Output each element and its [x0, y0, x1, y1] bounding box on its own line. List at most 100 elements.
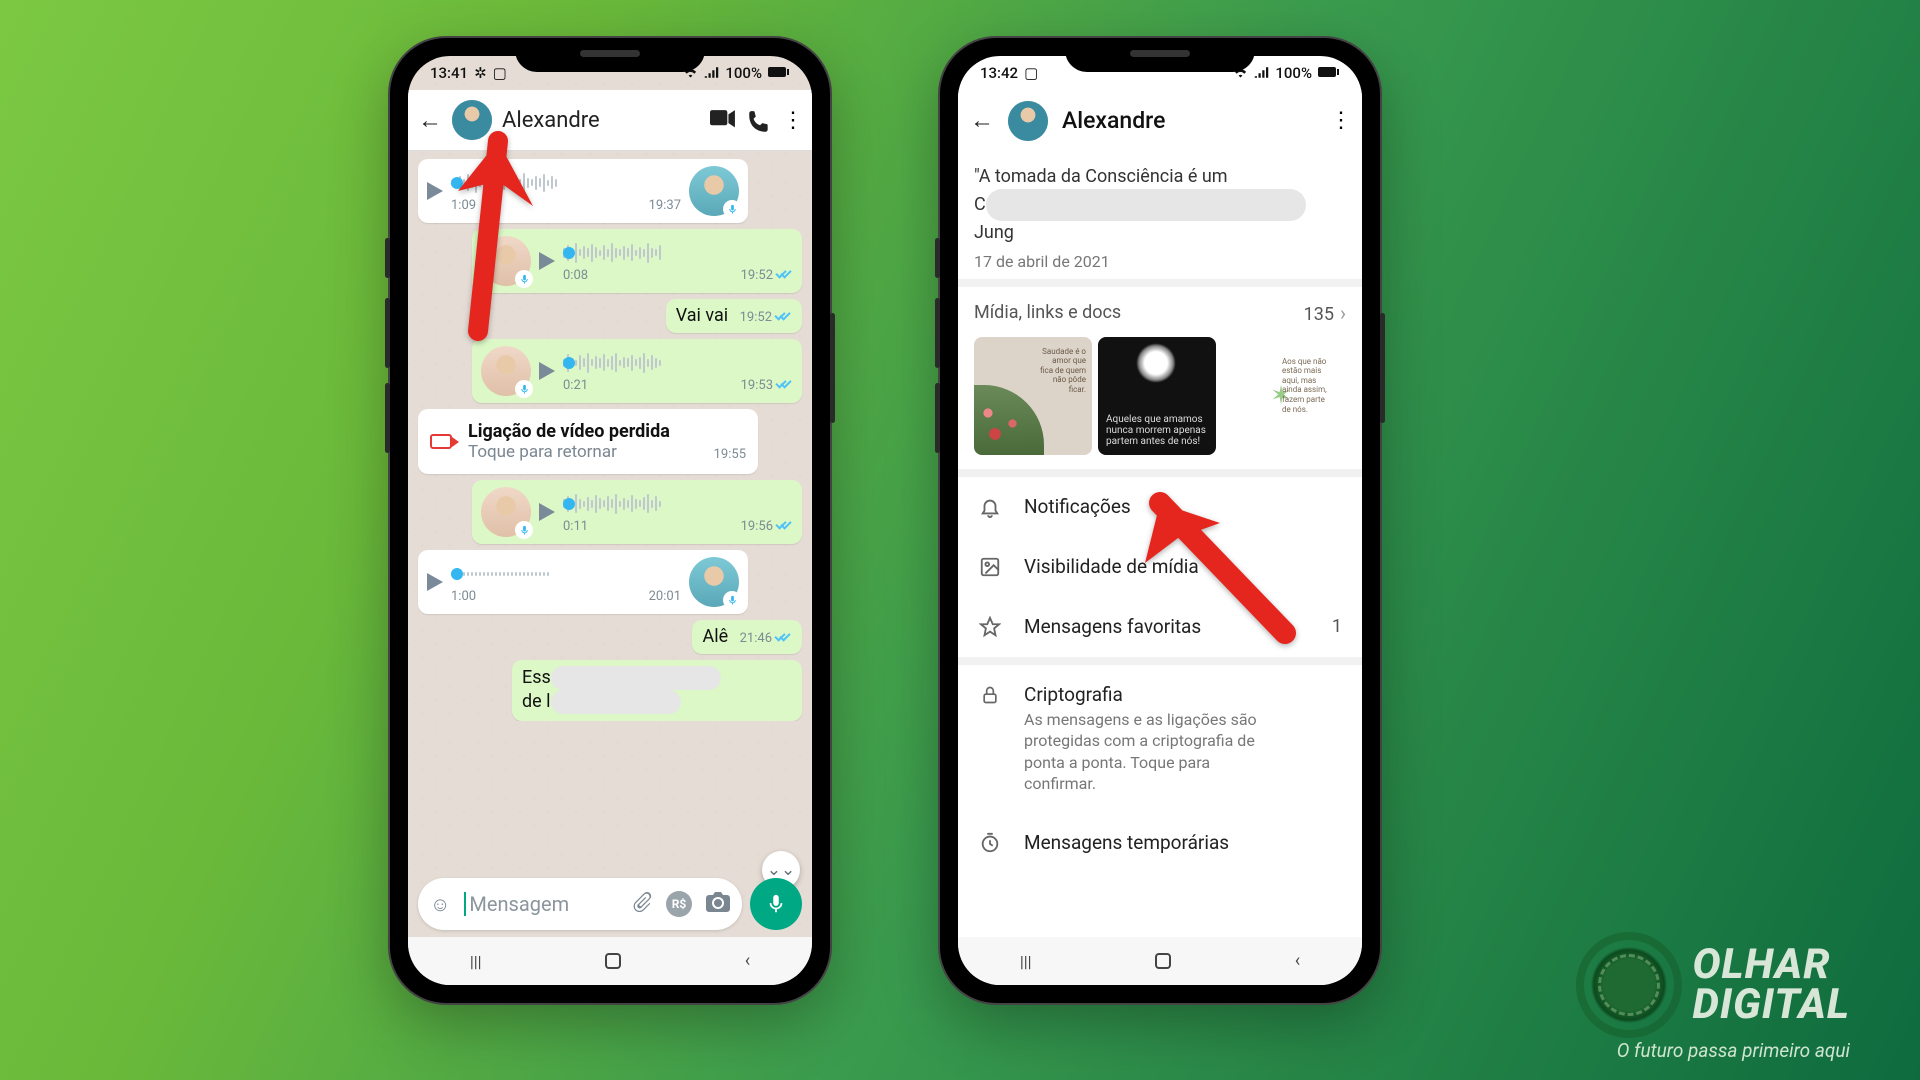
missed-call-subtitle: Toque para retornar [468, 442, 702, 462]
brand-line2: DIGITAL [1692, 985, 1850, 1025]
message-text: Alê [702, 626, 728, 647]
option-encryption[interactable]: Criptografia As mensagens e as ligações … [958, 665, 1362, 813]
voice-message-out[interactable]: 0:1119:56 [472, 480, 802, 544]
text-message-out[interactable]: Vai vai 19:52 [666, 299, 802, 333]
video-call-icon[interactable] [710, 109, 736, 131]
media-thumb[interactable]: Saudade é o amor que fica de quem não pô… [974, 337, 1092, 455]
sender-avatar [481, 487, 531, 537]
battery-icon [1318, 64, 1340, 82]
phone-mockup-right: 13:42 ▢ 100% ← Alexandre ⋮ "A tomada da … [940, 38, 1380, 1003]
image-icon: ▢ [493, 64, 507, 82]
message-input-bar: ☺ Mensagem R$ [418, 878, 802, 930]
timer-icon [978, 831, 1002, 855]
about-text: "A tomada da Consciência é um [974, 166, 1228, 187]
voice-time: 19:37 [649, 198, 681, 213]
voice-time: 19:52 [741, 268, 773, 283]
missed-video-call[interactable]: Ligação de vídeo perdida Toque para reto… [418, 409, 758, 474]
voice-time: 19:53 [741, 378, 773, 393]
back-nav-icon[interactable]: › [745, 951, 750, 972]
missed-video-icon [430, 432, 456, 452]
attachment-icon[interactable] [632, 891, 652, 918]
sender-avatar [689, 166, 739, 216]
media-thumbnails: Saudade é o amor que fica de quem não pô… [974, 337, 1346, 455]
message-input[interactable]: Mensagem [464, 892, 618, 916]
record-voice-button[interactable] [750, 878, 802, 930]
read-ticks-icon [775, 631, 792, 642]
contact-avatar[interactable] [1008, 101, 1048, 141]
media-label: Mídia, links e docs [974, 302, 1121, 323]
play-icon[interactable] [427, 573, 443, 591]
play-icon[interactable] [539, 503, 555, 521]
status-time: 13:42 [980, 64, 1018, 82]
home-icon[interactable] [1155, 953, 1171, 969]
text-message-out[interactable]: Ess de l [512, 660, 802, 721]
emoji-icon[interactable]: ☺ [430, 892, 450, 917]
missed-call-title: Ligação de vídeo perdida [468, 421, 702, 442]
lock-icon [978, 683, 1002, 707]
about-text: Jung [974, 222, 1014, 243]
voice-duration: 0:11 [563, 519, 588, 534]
about-text: C [974, 194, 986, 215]
star-icon [978, 615, 1002, 639]
recents-icon[interactable]: ||| [470, 952, 482, 971]
phone-mockup-left: 13:41 ✲ ▢ 100% ← Alexandre [390, 38, 830, 1003]
media-thumb[interactable]: Aqueles que amamos nunca morrem apenas p… [1098, 337, 1216, 455]
option-subtitle: As mensagens e as ligações são protegida… [1024, 709, 1284, 795]
sender-avatar [689, 557, 739, 607]
annotation-arrow [438, 131, 548, 355]
about-section: "A tomada da Consciência é um C Jung 17 … [958, 151, 1362, 287]
read-ticks-icon [775, 310, 792, 321]
missed-call-time: 19:55 [714, 447, 746, 462]
media-count: 135 [1304, 304, 1334, 325]
voice-message-in[interactable]: 1:0020:01 [418, 550, 748, 614]
message-text: Vai vai [676, 305, 728, 326]
chevron-right-icon: › [1340, 301, 1346, 325]
android-nav-bar: ||| › [958, 937, 1362, 985]
menu-icon[interactable]: ⋮ [1330, 108, 1350, 133]
option-label: Criptografia [1024, 683, 1284, 706]
info-header: ← Alexandre ⋮ [958, 90, 1362, 151]
image-icon [978, 555, 1002, 579]
annotation-arrow [1130, 483, 1320, 677]
back-icon[interactable]: ← [970, 106, 994, 135]
media-thumb[interactable]: ✶Aos que não estão mais aqui, mas ainda … [1222, 337, 1340, 455]
text-message-out[interactable]: Alê 21:46 [692, 620, 802, 654]
battery-icon [768, 64, 790, 82]
message-time: 19:52 [740, 310, 772, 325]
home-icon[interactable] [605, 953, 621, 969]
media-section[interactable]: Mídia, links e docs 135 › Saudade é o amo… [958, 287, 1362, 469]
image-icon: ▢ [1024, 64, 1038, 82]
option-disappearing-messages[interactable]: Mensagens temporárias [958, 813, 1362, 873]
voice-call-icon[interactable] [746, 109, 772, 131]
status-icon: ✲ [474, 64, 487, 82]
about-date: 17 de abril de 2021 [974, 252, 1346, 271]
brand-watermark: OLHAR DIGITAL O futuro passa primeiro aq… [1584, 940, 1850, 1030]
voice-duration: 0:08 [563, 268, 588, 283]
read-ticks-icon [776, 268, 793, 279]
contact-name[interactable]: Alexandre [502, 108, 700, 133]
thumb-caption: Aqueles que amamos nunca morrem apenas p… [1106, 414, 1208, 447]
chevron-down-icon: ⌄⌄ [767, 860, 796, 880]
recents-icon[interactable]: ||| [1020, 952, 1032, 971]
battery-text: 100% [725, 64, 762, 82]
battery-text: 100% [1275, 64, 1312, 82]
brand-logo-icon [1584, 940, 1674, 1030]
back-nav-icon[interactable]: › [1295, 951, 1300, 972]
option-count: 1 [1332, 616, 1342, 637]
read-ticks-icon [776, 378, 793, 389]
menu-icon[interactable]: ⋮ [782, 108, 802, 133]
status-time: 13:41 [430, 64, 468, 82]
camera-icon[interactable] [706, 892, 730, 917]
brand-tagline: O futuro passa primeiro aqui [1617, 1039, 1850, 1062]
android-nav-bar: ||| › [408, 937, 812, 985]
voice-duration: 0:21 [563, 378, 588, 393]
signal-icon [1254, 64, 1269, 82]
bell-icon [978, 495, 1002, 519]
message-text: de l [522, 691, 551, 712]
read-ticks-icon [776, 519, 793, 530]
message-text: Ess [522, 667, 551, 688]
play-icon[interactable] [539, 362, 555, 380]
signal-icon [704, 64, 719, 82]
payment-icon[interactable]: R$ [666, 891, 692, 917]
voice-duration: 1:00 [451, 589, 476, 604]
